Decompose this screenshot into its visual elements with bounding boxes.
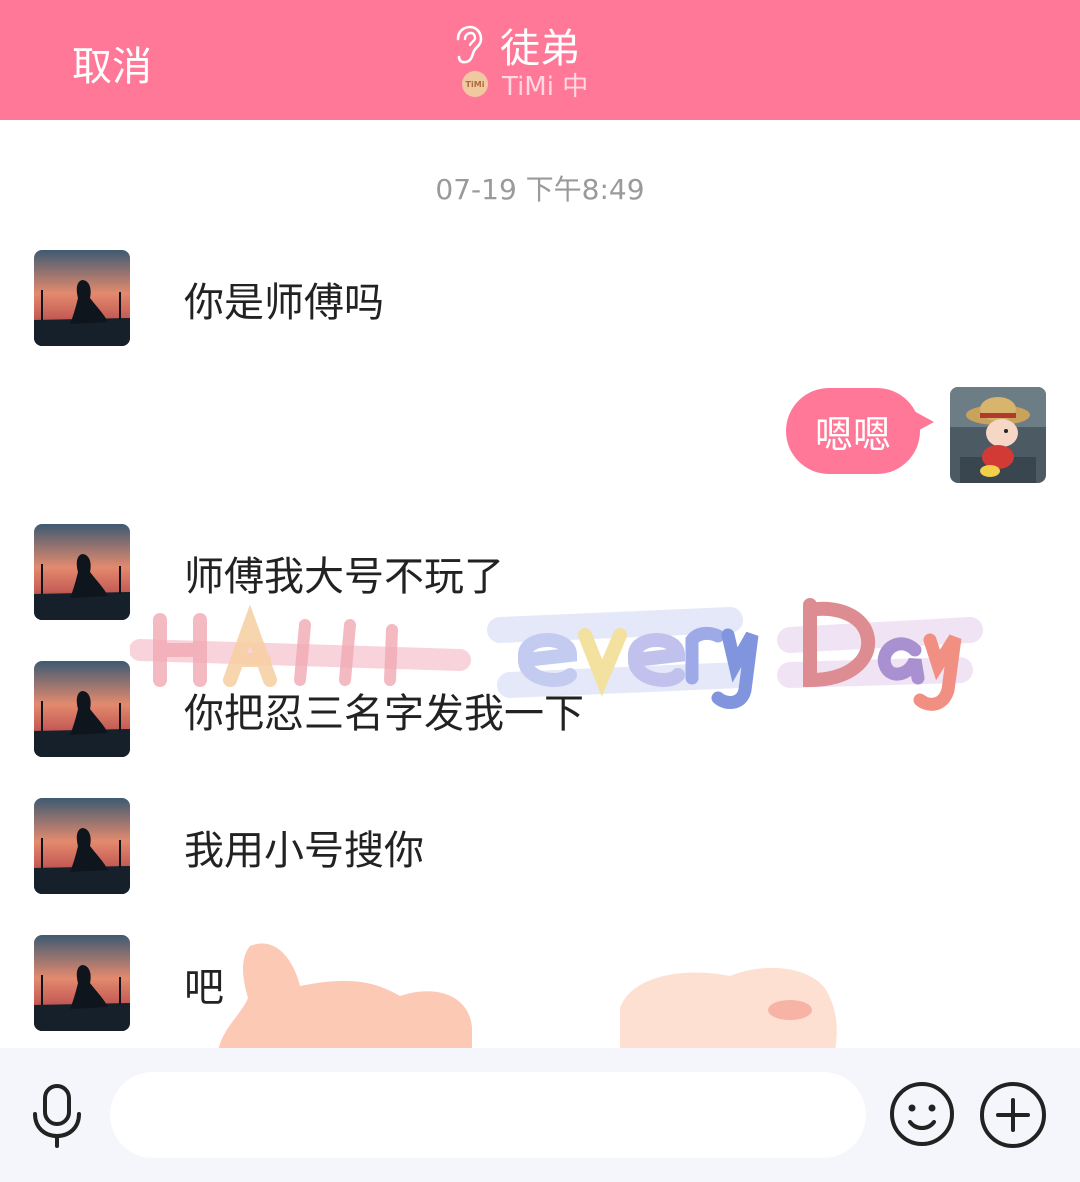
title-row: 徒弟	[450, 20, 580, 72]
status-text: TiMi 中	[502, 71, 589, 102]
input-bar	[0, 1048, 1080, 1182]
contact-avatar[interactable]	[34, 798, 130, 894]
status-row: TiMi TiMi 中	[462, 68, 589, 102]
contact-avatar[interactable]	[34, 250, 130, 346]
chat-area[interactable]: 07-19 下午8:49 你是师傅吗 嗯嗯 师傅我大号不玩了 你把忍三名字发我一…	[0, 120, 1080, 1048]
message-timestamp: 07-19 下午8:49	[435, 173, 645, 206]
cancel-button[interactable]: 取消	[72, 34, 152, 92]
ear-icon	[456, 25, 483, 64]
message-input[interactable]	[110, 1072, 866, 1158]
contact-avatar[interactable]	[34, 935, 130, 1031]
timi-icon: TiMi	[462, 71, 488, 97]
received-message[interactable]: 我用小号搜你	[184, 818, 424, 876]
received-message[interactable]: 师傅我大号不玩了	[184, 544, 504, 602]
sent-message-bubble[interactable]: 嗯嗯	[786, 388, 920, 474]
received-message[interactable]: 吧	[184, 955, 224, 1013]
received-message[interactable]: 你是师傅吗	[184, 270, 384, 328]
my-avatar[interactable]	[950, 387, 1046, 483]
bubble-tail	[912, 410, 934, 434]
chat-header: 取消 徒弟 TiMi TiMi 中	[0, 0, 1080, 120]
microphone-icon[interactable]	[26, 1082, 88, 1148]
background-blobs	[219, 943, 837, 1048]
smiley-icon[interactable]	[888, 1080, 956, 1148]
received-message[interactable]: 你把忍三名字发我一下	[184, 681, 584, 739]
plus-icon[interactable]	[978, 1080, 1048, 1150]
contact-avatar[interactable]	[34, 661, 130, 757]
contact-avatar[interactable]	[34, 524, 130, 620]
